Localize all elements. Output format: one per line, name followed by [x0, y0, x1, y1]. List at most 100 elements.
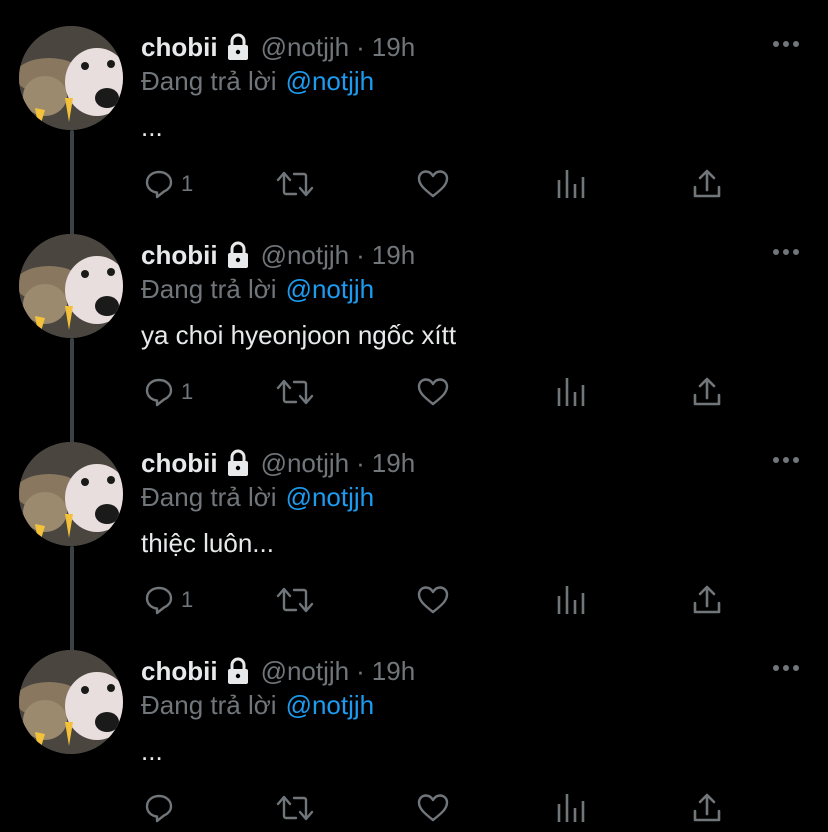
- share-icon: [693, 169, 721, 198]
- avatar[interactable]: [19, 26, 123, 130]
- more-horizontal-icon[interactable]: [772, 244, 800, 260]
- lock-icon: [227, 449, 248, 476]
- lock-icon: [227, 657, 248, 684]
- separator-dot: ·: [356, 31, 365, 62]
- avatar-image: [19, 650, 123, 754]
- heart-icon: [417, 170, 449, 198]
- share-button[interactable]: [692, 580, 722, 620]
- share-icon: [693, 377, 721, 406]
- like-button[interactable]: [416, 164, 450, 204]
- lock-icon: [227, 33, 248, 60]
- avatar-image: [19, 442, 123, 546]
- analytics-icon: [557, 586, 585, 614]
- more-horizontal-icon[interactable]: [772, 452, 800, 468]
- reply-button[interactable]: 1: [143, 580, 193, 620]
- reply-to-handle[interactable]: @notjjh: [286, 482, 375, 513]
- like-button[interactable]: [416, 580, 450, 620]
- separator-dot: ·: [356, 239, 365, 270]
- tweet[interactable]: chobii @notjjh · 19h Đang trả lời @notjj…: [0, 416, 828, 624]
- retweet-button[interactable]: [276, 164, 314, 204]
- tweet-header: chobii @notjjh · 19h: [141, 30, 415, 64]
- tweet-actions: 1: [0, 580, 828, 620]
- analytics-button[interactable]: [556, 164, 586, 204]
- separator-dot: ·: [356, 447, 365, 478]
- lock-icon: [227, 241, 248, 268]
- share-icon: [693, 585, 721, 614]
- timestamp[interactable]: 19h: [372, 656, 415, 687]
- more-horizontal-icon[interactable]: [772, 660, 800, 676]
- replying-to: Đang trả lời @notjjh: [141, 64, 374, 98]
- display-name[interactable]: chobii: [141, 32, 218, 63]
- user-handle[interactable]: @notjjh: [261, 240, 350, 271]
- retweet-icon: [276, 379, 314, 405]
- retweet-button[interactable]: [276, 788, 314, 828]
- retweet-icon: [276, 171, 314, 197]
- heart-icon: [417, 378, 449, 406]
- analytics-button[interactable]: [556, 580, 586, 620]
- retweet-icon: [276, 795, 314, 821]
- reply-button[interactable]: 1: [143, 164, 193, 204]
- display-name[interactable]: chobii: [141, 240, 218, 271]
- reply-to-handle[interactable]: @notjjh: [286, 690, 375, 721]
- share-button[interactable]: [692, 788, 722, 828]
- tweet[interactable]: chobii @notjjh · 19h Đang trả lời @notjj…: [0, 208, 828, 416]
- timestamp[interactable]: 19h: [372, 240, 415, 271]
- reply-icon: [145, 794, 173, 823]
- tweet-text: ...: [141, 736, 163, 766]
- reply-icon: [145, 586, 173, 615]
- reply-count: 1: [181, 379, 194, 404]
- share-button[interactable]: [692, 372, 722, 412]
- replying-to-label: Đang trả lời: [141, 689, 277, 720]
- tweet-text: ya choi hyeonjoon ngốc xítt: [141, 320, 457, 350]
- display-name[interactable]: chobii: [141, 448, 218, 479]
- user-handle[interactable]: @notjjh: [261, 448, 350, 479]
- reply-button[interactable]: 1: [143, 372, 193, 412]
- reply-button[interactable]: [143, 788, 181, 828]
- display-name[interactable]: chobii: [141, 656, 218, 687]
- heart-icon: [417, 794, 449, 822]
- more-horizontal-icon[interactable]: [772, 36, 800, 52]
- replying-to: Đang trả lời @notjjh: [141, 688, 374, 722]
- timestamp[interactable]: 19h: [372, 448, 415, 479]
- user-handle[interactable]: @notjjh: [261, 656, 350, 687]
- replying-to: Đang trả lời @notjjh: [141, 272, 374, 306]
- reply-to-handle[interactable]: @notjjh: [286, 274, 375, 305]
- share-icon: [693, 793, 721, 822]
- replying-to-label: Đang trả lời: [141, 481, 277, 512]
- reply-count: 1: [181, 587, 194, 612]
- share-button[interactable]: [692, 164, 722, 204]
- like-button[interactable]: [416, 372, 450, 412]
- analytics-button[interactable]: [556, 372, 586, 412]
- avatar[interactable]: [19, 234, 123, 338]
- avatar-image: [19, 26, 123, 130]
- user-handle[interactable]: @notjjh: [261, 32, 350, 63]
- tweet-header: chobii @notjjh · 19h: [141, 446, 415, 480]
- avatar-image: [19, 234, 123, 338]
- separator-dot: ·: [356, 655, 365, 686]
- reply-to-handle[interactable]: @notjjh: [286, 66, 375, 97]
- retweet-button[interactable]: [276, 372, 314, 412]
- replying-to-label: Đang trả lời: [141, 273, 277, 304]
- replying-to-label: Đang trả lời: [141, 65, 277, 96]
- tweet-header: chobii @notjjh · 19h: [141, 238, 415, 272]
- analytics-icon: [557, 794, 585, 822]
- heart-icon: [417, 586, 449, 614]
- like-button[interactable]: [416, 788, 450, 828]
- reply-icon: [145, 170, 173, 199]
- timestamp[interactable]: 19h: [372, 32, 415, 63]
- retweet-button[interactable]: [276, 580, 314, 620]
- tweet-actions: [0, 788, 828, 828]
- reply-icon: [145, 378, 173, 407]
- avatar[interactable]: [19, 650, 123, 754]
- analytics-button[interactable]: [556, 788, 586, 828]
- tweet[interactable]: chobii @notjjh · 19h Đang trả lời @notjj…: [0, 624, 828, 832]
- avatar[interactable]: [19, 442, 123, 546]
- tweet[interactable]: chobii @notjjh · 19h Đang trả lời @notjj…: [0, 0, 828, 208]
- analytics-icon: [557, 170, 585, 198]
- tweet-actions: 1: [0, 164, 828, 204]
- reply-count: 1: [181, 171, 194, 196]
- tweet-actions: 1: [0, 372, 828, 412]
- retweet-icon: [276, 587, 314, 613]
- replying-to: Đang trả lời @notjjh: [141, 480, 374, 514]
- tweet-header: chobii @notjjh · 19h: [141, 654, 415, 688]
